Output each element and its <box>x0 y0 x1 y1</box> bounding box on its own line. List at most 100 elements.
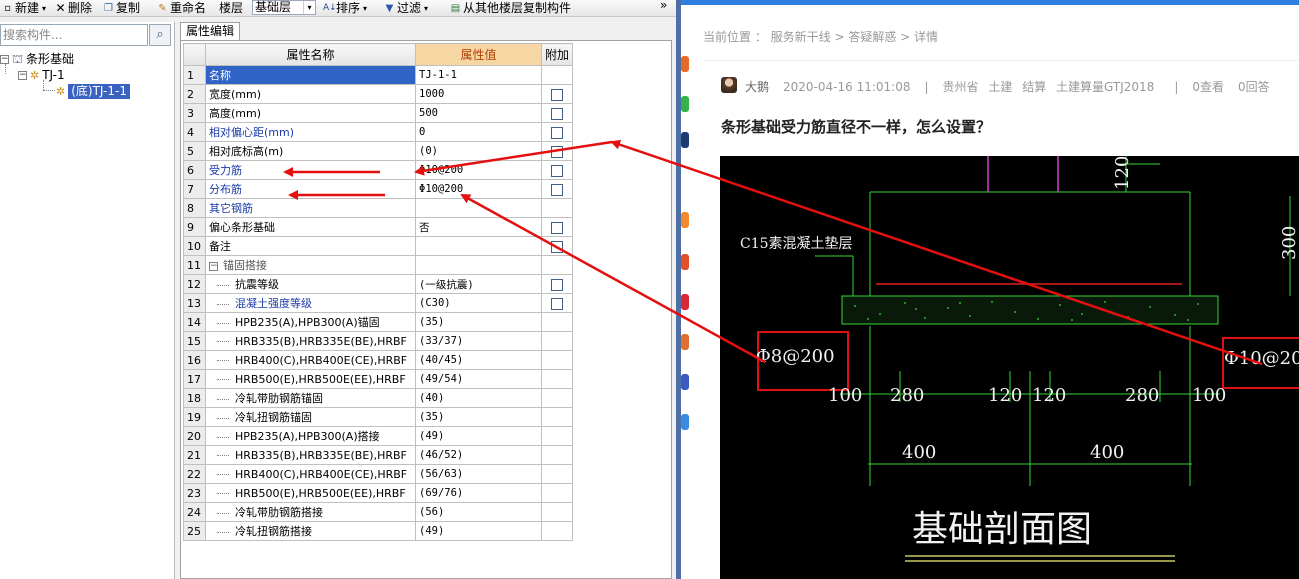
floor-select[interactable]: 基础层 ▾ <box>252 0 316 15</box>
property-value[interactable]: 500 <box>415 103 542 123</box>
table-row[interactable]: 7 分布筋 Φ10@200 <box>183 179 574 199</box>
table-row[interactable]: 20 HPB235(A),HPB300(A)搭接 (49) <box>183 426 574 446</box>
table-row[interactable]: 10 备注 <box>183 236 574 256</box>
property-name[interactable]: 冷轧扭钢筋锚固 <box>205 407 416 427</box>
tree-node-tj-1[interactable]: − ✲ TJ-1 <box>18 68 65 83</box>
extra-checkbox[interactable] <box>551 164 563 177</box>
property-name[interactable]: HRB335(B),HRB335E(BE),HRBF <box>205 331 416 351</box>
property-name[interactable]: HRB400(C),HRB400E(CE),HRBF <box>205 350 416 370</box>
copy-from-floor-button[interactable]: ▤ 从其他楼层复制构件 <box>450 0 571 17</box>
property-value[interactable]: (35) <box>415 312 542 332</box>
table-row[interactable]: 15 HRB335(B),HRB335E(BE),HRBF (33/37) <box>183 331 574 351</box>
column-header-value[interactable]: 属性值 <box>415 43 542 66</box>
sort-button[interactable]: A↓ 排序 ▾ <box>323 0 367 17</box>
property-name[interactable]: 冷轧扭钢筋搭接 <box>205 521 416 541</box>
collapse-toggle-icon[interactable]: − <box>0 55 9 64</box>
property-name[interactable]: HRB500(E),HRB500E(EE),HRBF <box>205 369 416 389</box>
property-value[interactable]: (49/54) <box>415 369 542 389</box>
extra-checkbox[interactable] <box>551 221 563 234</box>
property-value[interactable]: (33/37) <box>415 331 542 351</box>
property-name[interactable]: 其它钢筋 <box>205 198 416 218</box>
extra-checkbox[interactable] <box>551 126 563 139</box>
extra-checkbox[interactable] <box>551 240 563 253</box>
rename-button[interactable]: ✎ 重命名 <box>157 0 206 17</box>
table-row[interactable]: 8 其它钢筋 <box>183 198 574 218</box>
table-row[interactable]: 3 高度(mm) 500 <box>183 103 574 123</box>
tab-property-edit[interactable]: 属性编辑 <box>180 22 240 40</box>
property-name[interactable]: HPB235(A),HPB300(A)搭接 <box>205 426 416 446</box>
table-row[interactable]: 2 宽度(mm) 1000 <box>183 84 574 104</box>
tree-node-tj-1-1[interactable]: ✲ (底)TJ-1-1 <box>56 84 130 99</box>
app-icon[interactable] <box>681 254 689 270</box>
search-icon[interactable]: ⌕ <box>149 24 171 46</box>
table-row[interactable]: 9 偏心条形基础 否 <box>183 217 574 237</box>
property-name[interactable]: HRB500(E),HRB500E(EE),HRBF <box>205 483 416 503</box>
extra-checkbox[interactable] <box>551 278 563 291</box>
property-name[interactable]: 受力筋 <box>205 160 416 180</box>
property-name[interactable]: 相对底标高(m) <box>205 141 416 161</box>
property-name[interactable]: 宽度(mm) <box>205 84 416 104</box>
author-name[interactable]: 大鹅 <box>745 78 769 95</box>
column-header-name[interactable]: 属性名称 <box>205 43 416 66</box>
property-value[interactable]: 1000 <box>415 84 542 104</box>
table-row[interactable]: 25 冷轧扭钢筋搭接 (49) <box>183 521 574 541</box>
property-name[interactable]: 偏心条形基础 <box>205 217 416 237</box>
table-row[interactable]: 24 冷轧带肋钢筋搭接 (56) <box>183 502 574 522</box>
property-value[interactable] <box>415 198 542 218</box>
property-name[interactable]: 备注 <box>205 236 416 256</box>
property-value[interactable] <box>415 236 542 256</box>
property-name[interactable]: 冷轧带肋钢筋搭接 <box>205 502 416 522</box>
table-row-group[interactable]: 11 − 锚固搭接 <box>183 255 574 275</box>
app-icon[interactable] <box>681 96 689 112</box>
property-value[interactable]: (C30) <box>415 293 542 313</box>
property-value[interactable]: (56/63) <box>415 464 542 484</box>
table-row[interactable]: 6 受力筋 Φ10@200 <box>183 160 574 180</box>
property-name[interactable]: 相对偏心距(mm) <box>205 122 416 142</box>
property-name[interactable]: 名称 <box>205 65 416 85</box>
tag[interactable]: 贵州省 <box>943 80 979 94</box>
delete-button[interactable]: ✕ 删除 <box>55 0 92 17</box>
property-value[interactable]: (35) <box>415 407 542 427</box>
table-row[interactable]: 13 混凝土强度等级 (C30) <box>183 293 574 313</box>
property-value[interactable]: Φ10@200 <box>415 179 542 199</box>
extra-checkbox[interactable] <box>551 145 563 158</box>
property-name[interactable]: 抗震等级 <box>205 274 416 294</box>
table-row[interactable]: 19 冷轧扭钢筋锚固 (35) <box>183 407 574 427</box>
property-value[interactable]: (49) <box>415 521 542 541</box>
app-icon[interactable] <box>681 414 689 430</box>
tag[interactable]: 土建 <box>988 80 1012 94</box>
collapse-toggle-icon[interactable]: − <box>209 261 218 271</box>
search-input[interactable]: 搜索构件... <box>0 24 148 46</box>
property-name[interactable]: 高度(mm) <box>205 103 416 123</box>
table-row[interactable]: 21 HRB335(B),HRB335E(BE),HRBF (46/52) <box>183 445 574 465</box>
collapse-toggle-icon[interactable]: − <box>18 71 27 80</box>
table-row[interactable]: 22 HRB400(C),HRB400E(CE),HRBF (56/63) <box>183 464 574 484</box>
table-row[interactable]: 1 名称 TJ-1-1 <box>183 65 574 85</box>
property-value[interactable]: TJ-1-1 <box>415 65 542 85</box>
table-row[interactable]: 17 HRB500(E),HRB500E(EE),HRBF (49/54) <box>183 369 574 389</box>
property-value[interactable]: (56) <box>415 502 542 522</box>
tag[interactable]: 结算 <box>1022 80 1046 94</box>
extra-checkbox[interactable] <box>551 88 563 101</box>
property-value[interactable]: (69/76) <box>415 483 542 503</box>
table-row[interactable]: 12 抗震等级 (一级抗震) <box>183 274 574 294</box>
table-row[interactable]: 14 HPB235(A),HPB300(A)锚固 (35) <box>183 312 574 332</box>
property-name[interactable]: 分布筋 <box>205 179 416 199</box>
table-row[interactable]: 18 冷轧带肋钢筋锚固 (40) <box>183 388 574 408</box>
copy-button[interactable]: ❐ 复制 <box>103 0 140 17</box>
extra-checkbox[interactable] <box>551 107 563 120</box>
property-value[interactable]: (46/52) <box>415 445 542 465</box>
property-value[interactable]: 否 <box>415 217 542 237</box>
column-header-extra[interactable]: 附加 <box>540 43 574 66</box>
property-group[interactable]: − 锚固搭接 <box>205 255 416 275</box>
app-icon[interactable] <box>681 212 689 228</box>
filter-button[interactable]: ▼ 过滤 ▾ <box>384 0 428 17</box>
property-value[interactable]: (0) <box>415 141 542 161</box>
app-icon[interactable] <box>681 132 689 148</box>
property-value[interactable]: 0 <box>415 122 542 142</box>
property-value[interactable]: (一级抗震) <box>415 274 542 294</box>
table-row[interactable]: 4 相对偏心距(mm) 0 <box>183 122 574 142</box>
breadcrumb[interactable]: 当前位置 ： 服务新干线 > 答疑解惑 > 详情 <box>703 28 938 45</box>
property-value[interactable]: Φ10@200 <box>415 160 542 180</box>
property-value[interactable]: (40/45) <box>415 350 542 370</box>
